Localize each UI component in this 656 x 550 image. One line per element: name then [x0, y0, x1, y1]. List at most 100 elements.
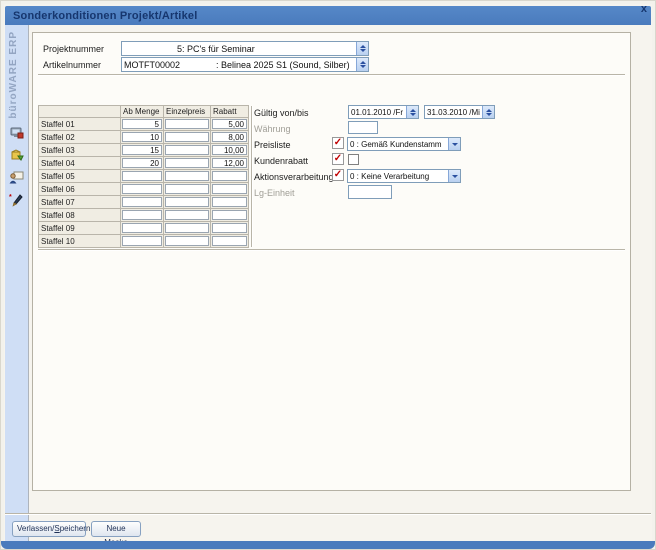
col-rabatt: Rabatt	[211, 106, 249, 118]
projektnummer-value: 5: PC's für Seminar	[122, 44, 356, 54]
staffel-table: Ab Menge Einzelpreis Rabatt Staffel 015 5…	[38, 105, 249, 248]
preisliste-check-button[interactable]: ✓	[332, 137, 344, 149]
abmenge-cell[interactable]	[122, 223, 162, 233]
window-bottom-frame	[1, 541, 655, 549]
artikelnummer-field[interactable]: MOTFT00002: Belinea 2025 S1 (Sound, Silb…	[121, 57, 369, 72]
abmenge-cell[interactable]: 5	[122, 119, 162, 129]
aktionsverarbeitung-dropdown-icon[interactable]	[448, 170, 460, 182]
rabatt-cell[interactable]	[212, 236, 247, 246]
waehrung-label: Währung	[254, 124, 291, 134]
aktionsverarbeitung-value: 0 : Keine Verarbeitung	[348, 172, 448, 181]
col-einzelpreis: Einzelpreis	[164, 106, 211, 118]
col-abmenge: Ab Menge	[121, 106, 164, 118]
col-empty	[39, 106, 121, 118]
row-label: Staffel 03	[39, 144, 121, 157]
artikelnummer-label: Artikelnummer	[43, 60, 101, 70]
btn-text: Verlassen/	[17, 524, 54, 533]
aktionsverarbeitung-label: Aktionsverarbeitung	[254, 172, 334, 182]
abmenge-cell[interactable]	[122, 210, 162, 220]
rabatt-cell[interactable]	[212, 171, 247, 181]
window-title: Sonderkonditionen Projekt/Artikel	[5, 10, 197, 22]
table-row: Staffel 08	[39, 209, 249, 222]
einzelpreis-cell[interactable]	[165, 184, 209, 194]
abmenge-cell[interactable]: 10	[122, 132, 162, 142]
rabatt-cell[interactable]	[212, 197, 247, 207]
lg-einheit-field[interactable]	[348, 185, 392, 199]
einzelpreis-cell[interactable]	[165, 119, 209, 129]
einzelpreis-cell[interactable]	[165, 145, 209, 155]
abmenge-cell[interactable]: 15	[122, 145, 162, 155]
rabatt-cell[interactable]: 12,00	[212, 158, 247, 168]
einzelpreis-cell[interactable]	[165, 197, 209, 207]
row-label: Staffel 08	[39, 209, 121, 222]
einzelpreis-cell[interactable]	[165, 158, 209, 168]
waehrung-field[interactable]	[348, 121, 378, 134]
row-label: Staffel 06	[39, 183, 121, 196]
gueltig-bis-spinner[interactable]	[482, 106, 494, 118]
workstation-icon[interactable]	[9, 126, 24, 141]
table-row: Staffel 0210 8,00	[39, 131, 249, 144]
table-row: Staffel 0315 10,00	[39, 144, 249, 157]
rabatt-cell[interactable]: 10,00	[212, 145, 247, 155]
preisliste-combo[interactable]: 0 : Gemäß Kundenstamm	[347, 137, 461, 151]
rabatt-cell[interactable]	[212, 184, 247, 194]
close-icon[interactable]: x	[641, 3, 647, 15]
kundenrabatt-label: Kundenrabatt	[254, 156, 308, 166]
lg-einheit-label: Lg-Einheit	[254, 188, 295, 198]
abmenge-cell[interactable]	[122, 184, 162, 194]
abmenge-cell[interactable]	[122, 197, 162, 207]
kundenrabatt-checkbox[interactable]	[348, 154, 359, 165]
rabatt-cell[interactable]: 5,00	[212, 119, 247, 129]
btn-text: peichern	[60, 524, 91, 533]
row-label: Staffel 04	[39, 157, 121, 170]
einzelpreis-cell[interactable]	[165, 171, 209, 181]
einzelpreis-cell[interactable]	[165, 132, 209, 142]
gueltig-bis-field[interactable]: 31.03.2010 /Mi	[424, 105, 495, 119]
rabatt-cell[interactable]: 8,00	[212, 132, 247, 142]
gueltig-von-field[interactable]: 01.01.2010 /Fr	[348, 105, 419, 119]
gueltig-von-value: 01.01.2010 /Fr	[349, 108, 406, 117]
table-row: Staffel 07	[39, 196, 249, 209]
table-row: Staffel 05	[39, 170, 249, 183]
abmenge-cell[interactable]	[122, 236, 162, 246]
projektnummer-field[interactable]: 5: PC's für Seminar	[121, 41, 369, 56]
einzelpreis-cell[interactable]	[165, 223, 209, 233]
table-header-row: Ab Menge Einzelpreis Rabatt	[39, 106, 249, 118]
divider-bottom	[5, 513, 651, 515]
einzelpreis-cell[interactable]	[165, 210, 209, 220]
signature-icon[interactable]: *	[9, 192, 24, 207]
gueltig-bis-value: 31.03.2010 /Mi	[425, 108, 482, 117]
table-row: Staffel 09	[39, 222, 249, 235]
presentation-icon[interactable]	[9, 170, 24, 185]
table-row: Staffel 0420 12,00	[39, 157, 249, 170]
gueltig-von-spinner[interactable]	[406, 106, 418, 118]
row-label: Staffel 05	[39, 170, 121, 183]
row-label: Staffel 02	[39, 131, 121, 144]
btn-text: Neue	[106, 524, 125, 533]
sidebar-toolbar: *	[9, 126, 24, 207]
svg-text:*: *	[9, 194, 12, 201]
abmenge-cell[interactable]	[122, 171, 162, 181]
aktionsverarbeitung-check-button[interactable]: ✓	[332, 169, 344, 181]
artikelnummer-code: MOTFT00002	[124, 60, 216, 70]
artikelnummer-spinner[interactable]	[356, 58, 368, 71]
rabatt-cell[interactable]	[212, 210, 247, 220]
form-panel	[32, 32, 631, 491]
aktionsverarbeitung-combo[interactable]: 0 : Keine Verarbeitung	[347, 169, 461, 183]
einzelpreis-cell[interactable]	[165, 236, 209, 246]
kundenrabatt-check-button[interactable]: ✓	[332, 153, 344, 165]
app-window: Sonderkonditionen Projekt/Artikel x büro…	[0, 0, 656, 550]
sidebar: büroWARE ERP *	[5, 25, 29, 541]
neue-maske-button[interactable]: Neue Maske	[91, 521, 141, 537]
rabatt-cell[interactable]	[212, 223, 247, 233]
projektnummer-spinner[interactable]	[356, 42, 368, 55]
article-icon[interactable]	[9, 148, 24, 163]
divider-top	[38, 74, 625, 76]
verlassen-speichern-button[interactable]: Verlassen/Speichern	[12, 521, 86, 537]
abmenge-cell[interactable]: 20	[122, 158, 162, 168]
artikelnummer-desc: : Belinea 2025 S1 (Sound, Silber)	[216, 60, 350, 70]
preisliste-dropdown-icon[interactable]	[448, 138, 460, 150]
projektnummer-label: Projektnummer	[43, 44, 104, 54]
row-label: Staffel 01	[39, 118, 121, 131]
pane-separator	[251, 106, 253, 247]
